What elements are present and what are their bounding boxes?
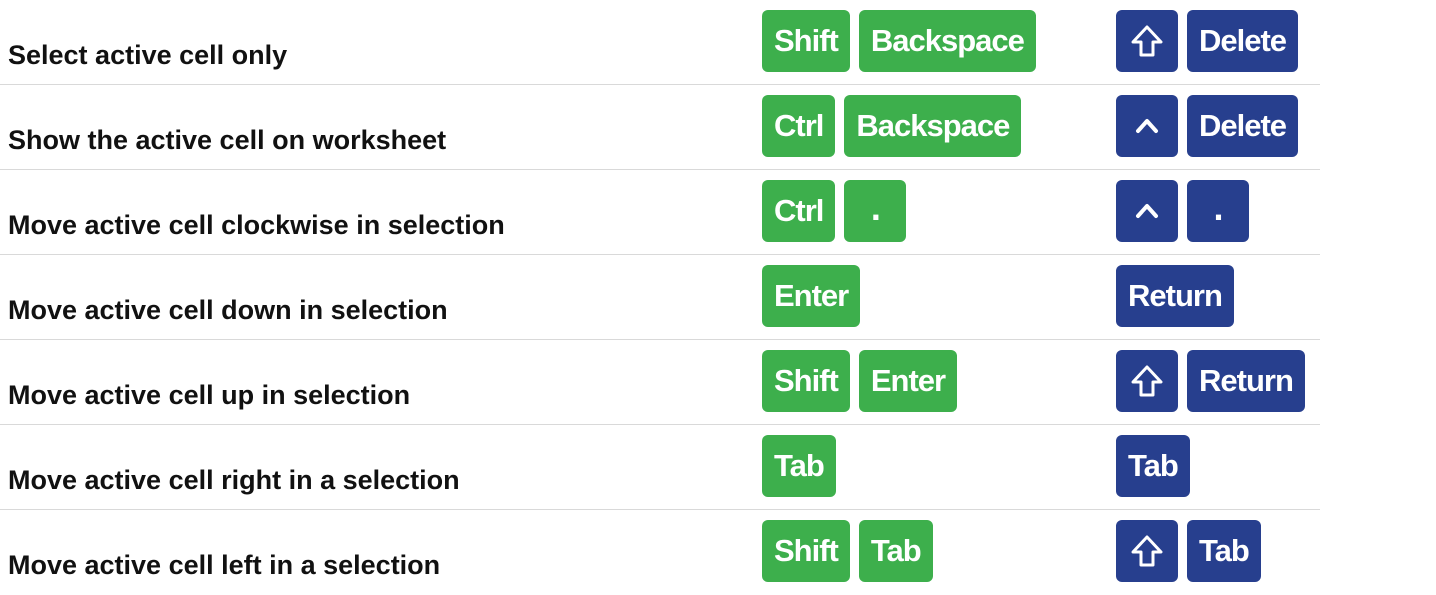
shortcut-row: Move active cell down in selection Enter R… xyxy=(0,255,1436,340)
shortcut-description: Move active cell down in selection xyxy=(8,295,448,325)
key-label: . xyxy=(870,187,881,228)
key-label: Tab xyxy=(870,533,922,568)
shortcut-row: Move active cell clockwise in selection C… xyxy=(0,170,1436,255)
windows-keys: Shift Enter xyxy=(762,350,958,412)
key-label: Return xyxy=(1199,363,1294,398)
key-label: Ctrl xyxy=(774,193,824,228)
shortcut-row: Move active cell up in selection Shift Ent… xyxy=(0,340,1436,425)
key-label: . xyxy=(1213,187,1223,228)
control-key xyxy=(1116,95,1178,157)
key-label: Enter xyxy=(870,363,946,398)
key-cap: Tab xyxy=(762,435,836,497)
key-label: Enter xyxy=(774,278,849,313)
key-label: Tab xyxy=(1128,448,1179,483)
shortcut-description: Move active cell clockwise in selection xyxy=(8,210,505,240)
key-cap: Return xyxy=(1116,265,1234,327)
windows-keys: Shift Backspace xyxy=(762,10,1036,72)
shortcut-description: Select active cell only xyxy=(8,40,288,70)
key-cap: Return xyxy=(1187,350,1305,412)
shift-key xyxy=(1116,350,1178,412)
key-label: Shift xyxy=(774,23,839,58)
shift-key xyxy=(1116,10,1178,72)
shortcut-row: Select active cell only Shift Backspace Del… xyxy=(0,0,1436,85)
key-label: Shift xyxy=(774,363,839,398)
key-cap: Enter xyxy=(858,350,958,412)
shift-arrow-icon xyxy=(1130,24,1164,58)
windows-keys: Ctrl Backspace xyxy=(762,95,1022,157)
shortcut-description: Move active cell right in a selection xyxy=(8,465,460,495)
key-cap: Ctrl xyxy=(762,95,836,157)
windows-keys: Enter xyxy=(762,265,861,327)
key-cap: Shift xyxy=(762,350,850,412)
shortcut-row: Show the active cell on worksheet Ctrl Bac… xyxy=(0,85,1436,170)
shift-arrow-icon xyxy=(1130,534,1164,568)
control-caret-icon xyxy=(1130,109,1164,143)
shortcut-description: Show the active cell on worksheet xyxy=(8,125,447,155)
windows-keys: Tab xyxy=(762,435,836,497)
shift-key xyxy=(1116,520,1178,582)
key-label: Tab xyxy=(774,448,825,483)
key-cap: Shift xyxy=(762,520,850,582)
key-label: Return xyxy=(1128,278,1223,313)
mac-keys: Tab xyxy=(1116,435,1190,497)
key-label: Delete xyxy=(1199,108,1287,143)
key-cap: Enter xyxy=(762,265,861,327)
shortcut-row: Move active cell left in a selection Shif… xyxy=(0,510,1436,595)
shortcut-description: Move active cell left in a selection xyxy=(8,550,441,580)
key-cap: Tab xyxy=(1116,435,1190,497)
key-cap: . xyxy=(1187,180,1249,242)
key-cap: . xyxy=(844,180,907,242)
key-label: Backspace xyxy=(870,23,1025,58)
control-caret-icon xyxy=(1130,194,1164,228)
windows-keys: Ctrl. xyxy=(762,180,907,242)
key-cap: Delete xyxy=(1187,95,1299,157)
key-label: Ctrl xyxy=(774,108,824,143)
key-cap: Backspace xyxy=(858,10,1036,72)
key-cap: Tab xyxy=(1187,520,1261,582)
key-cap: Ctrl xyxy=(762,180,836,242)
key-label: Delete xyxy=(1199,23,1287,58)
mac-keys: Delete xyxy=(1116,95,1299,157)
shortcut-row: Move active cell right in a selection Tab… xyxy=(0,425,1436,510)
mac-keys: Return xyxy=(1116,350,1305,412)
key-label: Tab xyxy=(1199,533,1250,568)
mac-keys: Delete xyxy=(1116,10,1299,72)
key-cap: Tab xyxy=(858,520,933,582)
key-label: Shift xyxy=(774,533,839,568)
shortcut-description: Move active cell up in selection xyxy=(8,380,411,410)
control-key xyxy=(1116,180,1178,242)
windows-keys: Shift Tab xyxy=(762,520,933,582)
mac-keys: . xyxy=(1116,180,1249,242)
key-cap: Backspace xyxy=(844,95,1022,157)
key-cap: Shift xyxy=(762,10,850,72)
key-label: Backspace xyxy=(856,108,1010,143)
key-cap: Delete xyxy=(1187,10,1299,72)
mac-keys: Return xyxy=(1116,265,1234,327)
shift-arrow-icon xyxy=(1130,364,1164,398)
mac-keys: Tab xyxy=(1116,520,1261,582)
